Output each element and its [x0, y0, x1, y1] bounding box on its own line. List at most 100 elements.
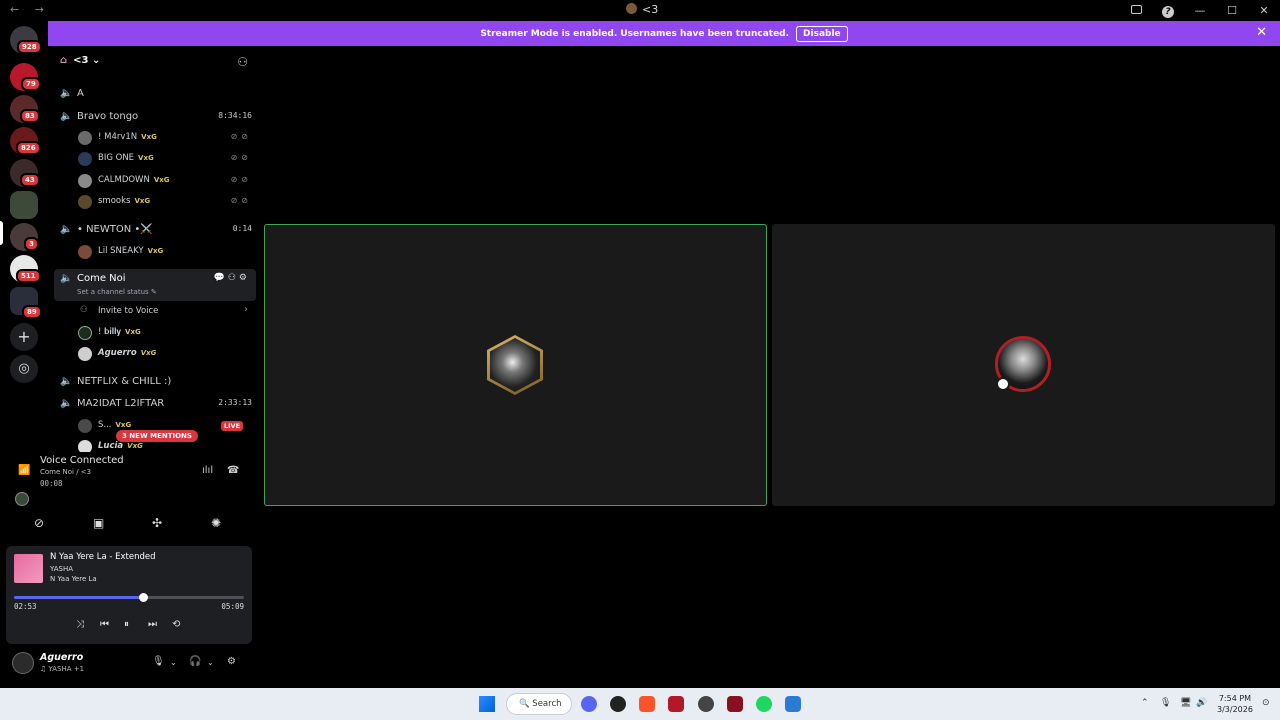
- close-window-button[interactable]: ✕: [1248, 4, 1280, 17]
- headphones-icon[interactable]: 🎧: [189, 656, 201, 667]
- add-user-icon[interactable]: ⚇: [237, 55, 248, 69]
- chevron-up-icon[interactable]: ⌃: [1141, 698, 1149, 708]
- avatar[interactable]: [12, 652, 34, 674]
- member-tag: VxG: [147, 247, 164, 255]
- voice-member[interactable]: ! M4rv1N VxG ⊘⊘: [78, 129, 252, 147]
- taskbar-search[interactable]: 🔍 Search: [506, 693, 572, 715]
- voice-member[interactable]: Lil SNEAKY VxG: [78, 243, 252, 261]
- speaker-icon: 🔈: [60, 376, 73, 387]
- invite-label: Invite to Voice: [98, 306, 159, 316]
- disconnect-icon[interactable]: ☎: [227, 465, 239, 476]
- selected-indicator: [0, 221, 3, 245]
- brave-browser-icon[interactable]: [639, 696, 655, 712]
- inbox-icon[interactable]: [1120, 4, 1152, 17]
- app-icon[interactable]: [698, 696, 714, 712]
- forward-button[interactable]: →: [35, 3, 44, 16]
- avatar: [78, 152, 92, 166]
- maximize-button[interactable]: ☐: [1216, 4, 1248, 17]
- app-icon[interactable]: [785, 696, 801, 712]
- total-time: 05:09: [221, 602, 244, 611]
- member-tag: VxG: [127, 442, 143, 450]
- server-icon[interactable]: [10, 191, 38, 219]
- invite-to-voice-button[interactable]: ⚇ Invite to Voice ›: [78, 304, 248, 320]
- voice-channel-come-noi[interactable]: 🔈 Come Noi Set a channel status ✎ 💬⚇⚙: [54, 269, 256, 301]
- username[interactable]: 𝘼𝙜𝙪𝙚𝙧𝙧𝙤: [40, 652, 83, 663]
- voice-member[interactable]: 𝘼𝙜𝙪𝙚𝙧𝙧𝙤 VxG: [78, 345, 252, 363]
- avatar: [78, 131, 92, 145]
- gear-icon[interactable]: ⚙: [227, 656, 236, 667]
- track-artist: YASHA: [50, 565, 74, 573]
- pause-icon[interactable]: ⏸: [124, 619, 129, 630]
- screen-share-icon[interactable]: ▣: [93, 516, 104, 530]
- member-name: BIG ONE: [98, 153, 135, 163]
- new-mentions-pill[interactable]: 3 NEW MENTIONS: [116, 430, 198, 442]
- voice-member[interactable]: CALMDOWN VxG ⊘⊘: [78, 172, 252, 190]
- muted-deafened-icon: ⊘⊘: [230, 196, 252, 205]
- compass-icon[interactable]: ◎: [10, 355, 38, 383]
- notification-icon[interactable]: ⊙: [1262, 698, 1270, 708]
- channel-status[interactable]: Set a channel status ✎: [77, 288, 157, 296]
- window-title: <3: [626, 3, 658, 16]
- app-icon[interactable]: [727, 696, 743, 712]
- track-album: N Yaa Yere La: [50, 575, 97, 583]
- status-icon: [996, 377, 1010, 391]
- notification-badge: 511: [16, 269, 41, 283]
- chat-icon[interactable]: 💬: [214, 273, 228, 283]
- camera-off-icon[interactable]: ⊘: [34, 516, 44, 530]
- voice-status: Voice Connected: [40, 455, 124, 466]
- avatar: [78, 326, 92, 340]
- chevron-down-icon[interactable]: ⌄: [207, 658, 214, 667]
- noise-suppression-icon[interactable]: ılıl: [202, 465, 213, 476]
- chevron-down-icon[interactable]: ⌄: [170, 658, 177, 667]
- current-time: 02:53: [14, 602, 37, 611]
- back-button[interactable]: ←: [10, 3, 19, 16]
- track-title: N Yaa Yere La - Extended: [50, 552, 156, 562]
- spotify-icon[interactable]: [756, 696, 772, 712]
- participant-tile[interactable]: [772, 224, 1275, 506]
- activities-icon[interactable]: ✣: [152, 516, 162, 530]
- home-icon: ⌂: [60, 55, 68, 66]
- system-clock[interactable]: 7:54 PM 3/3/2026: [1217, 693, 1253, 715]
- voice-member[interactable]: smooks VxG ⊘⊘: [78, 193, 252, 211]
- participant-tile-speaking[interactable]: [264, 224, 767, 506]
- voice-channel-path[interactable]: Come Noi / <3: [40, 468, 91, 476]
- member-name: 𝘼𝙜𝙪𝙚𝙧𝙧𝙤: [98, 348, 137, 358]
- discord-app-icon[interactable]: [581, 696, 597, 712]
- close-icon[interactable]: ✕: [1256, 25, 1267, 40]
- gear-icon[interactable]: ⚙: [239, 273, 250, 283]
- app-icon[interactable]: [610, 696, 626, 712]
- app-icon[interactable]: [668, 696, 684, 712]
- help-icon[interactable]: ?: [1152, 4, 1184, 18]
- channel-name: Bravo tongo: [77, 111, 139, 122]
- previous-icon[interactable]: ⏮: [100, 619, 109, 630]
- soundboard-icon[interactable]: ✺: [211, 516, 221, 530]
- disable-button[interactable]: Disable: [796, 25, 848, 42]
- voice-member[interactable]: BIG ONE VxG ⊘⊘: [78, 150, 252, 168]
- avatar: [15, 492, 29, 506]
- progress-bar[interactable]: [14, 593, 244, 602]
- plus-icon[interactable]: +: [10, 323, 38, 351]
- signal-icon[interactable]: 📶: [18, 465, 30, 476]
- member-name: smooks: [98, 196, 131, 206]
- repeat-icon[interactable]: ⟲: [172, 619, 180, 630]
- network-icon[interactable]: 🖥: [1180, 698, 1191, 708]
- voice-member[interactable]: ! 𝐛𝐢𝐥𝐥𝐲 VxG: [78, 324, 252, 342]
- user-panel: 𝘼𝙜𝙪𝙚𝙧𝙧𝙤 ♫ YASHA +1 🎙 ⌄ 🎧 ⌄ ⚙: [6, 648, 252, 680]
- member-name: 𝙇𝙪𝙘𝙞𝙖: [98, 441, 124, 451]
- live-badge: LIVE: [221, 421, 244, 431]
- participant-avatar: [487, 335, 543, 395]
- avatar: [78, 419, 92, 433]
- avatar: [78, 440, 92, 452]
- microphone-icon[interactable]: 🎙: [152, 656, 165, 667]
- member-tag: VxG: [140, 349, 157, 357]
- minimize-button[interactable]: —: [1184, 4, 1216, 17]
- windows-start-icon[interactable]: [479, 696, 495, 712]
- microphone-icon[interactable]: 🎙: [1160, 698, 1171, 708]
- progress-handle[interactable]: [138, 593, 148, 602]
- voice-action-bar: ⊘ ▣ ✣ ✺: [6, 512, 252, 536]
- shuffle-icon[interactable]: ⤨: [76, 619, 84, 630]
- next-icon[interactable]: ⏭: [148, 619, 157, 630]
- server-header[interactable]: ⌂ <3 ⌄: [60, 55, 100, 66]
- volume-icon[interactable]: 🔊: [1196, 698, 1207, 708]
- invite-icon[interactable]: ⚇: [228, 273, 239, 283]
